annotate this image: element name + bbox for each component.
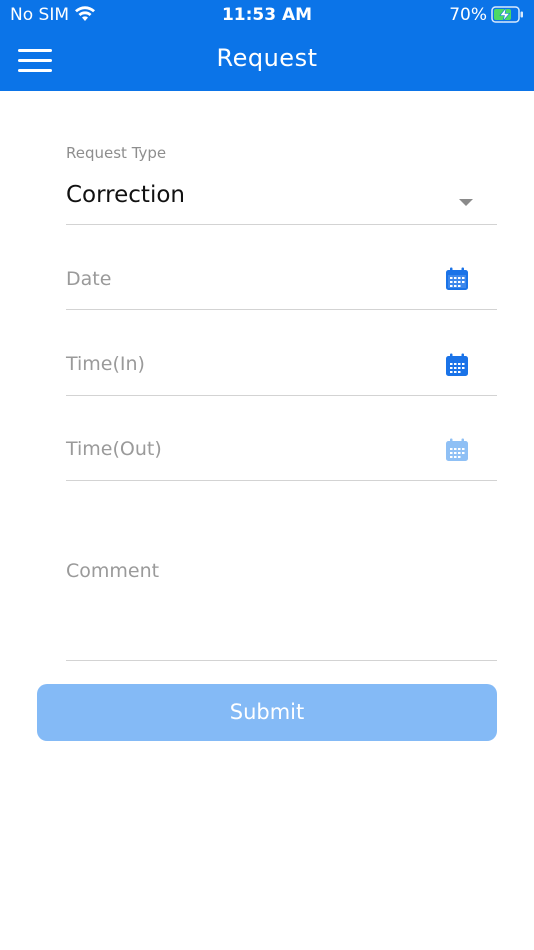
comment-field[interactable]: Comment xyxy=(66,557,497,661)
battery-percent: 70% xyxy=(449,5,487,25)
date-field[interactable]: Date xyxy=(66,257,497,310)
battery-charging-icon xyxy=(491,6,524,28)
time-out-field[interactable]: Time(Out) xyxy=(66,427,497,481)
request-type-label: Request Type xyxy=(66,144,167,162)
comment-placeholder: Comment xyxy=(66,560,160,582)
date-placeholder: Date xyxy=(66,268,112,290)
calendar-icon[interactable] xyxy=(445,267,469,291)
app-bar: No SIM 11:53 AM 70% Request xyxy=(0,0,534,91)
status-bar: No SIM 11:53 AM 70% xyxy=(0,0,534,30)
page-title: Request xyxy=(216,44,318,72)
time-in-field[interactable]: Time(In) xyxy=(66,342,497,396)
time-out-placeholder: Time(Out) xyxy=(66,438,162,460)
calendar-icon[interactable] xyxy=(445,438,469,462)
calendar-icon[interactable] xyxy=(445,353,469,377)
submit-button[interactable]: Submit xyxy=(37,684,497,741)
request-type-value: Correction xyxy=(66,182,185,208)
request-type-select[interactable]: Correction xyxy=(66,182,497,225)
time-in-placeholder: Time(In) xyxy=(66,353,145,375)
dropdown-arrow-icon xyxy=(459,199,473,206)
